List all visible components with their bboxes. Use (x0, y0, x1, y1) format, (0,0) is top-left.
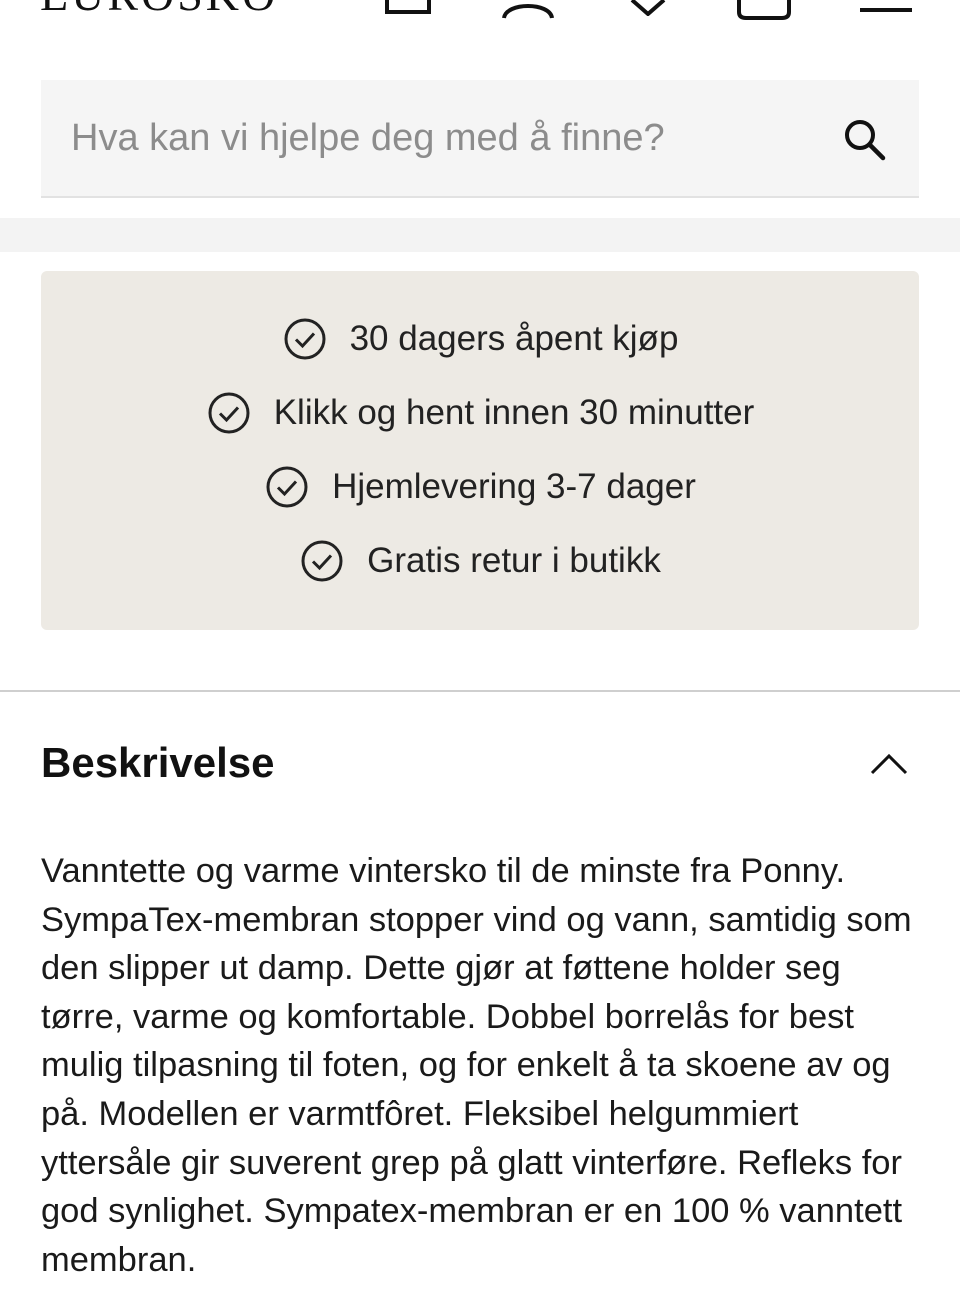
menu-icon[interactable] (860, 8, 912, 16)
usp-label: Gratis retur i butikk (367, 541, 661, 580)
section-separator (0, 218, 960, 252)
search-bar (41, 80, 919, 198)
chevron-up-icon[interactable] (869, 745, 909, 785)
search-input[interactable] (71, 110, 831, 166)
description-text: Vanntette og varme vintersko til de mins… (41, 852, 912, 1279)
heart-icon[interactable] (628, 0, 668, 16)
usp-label: Klikk og hent innen 30 minutter (273, 393, 755, 432)
user-icon[interactable] (500, 0, 556, 20)
check-circle-icon (266, 466, 308, 508)
usp-label: Hjemlevering 3-7 dager (332, 467, 696, 506)
description-accordion-header[interactable]: Beskrivelse (41, 735, 919, 795)
usp-item: Gratis retur i butikk (41, 536, 919, 586)
divider (0, 690, 960, 692)
usp-label: 30 dagers åpent kjøp (349, 319, 679, 358)
search-icon[interactable] (841, 116, 889, 164)
check-circle-icon (284, 318, 326, 360)
usp-item: 30 dagers åpent kjøp (41, 314, 919, 364)
site-header: EUROSKO (0, 0, 960, 60)
bag-icon[interactable] (736, 0, 792, 22)
check-circle-icon (301, 540, 343, 582)
description-title: Beskrivelse (41, 739, 275, 786)
usp-item: Hjemlevering 3-7 dager (41, 462, 919, 512)
store-icon[interactable] (384, 0, 432, 16)
usp-box: 30 dagers åpent kjøp Klikk og hent innen… (41, 271, 919, 630)
check-circle-icon (208, 392, 250, 434)
usp-item: Klikk og hent innen 30 minutter (41, 388, 919, 438)
site-logo[interactable]: EUROSKO (40, 0, 278, 18)
